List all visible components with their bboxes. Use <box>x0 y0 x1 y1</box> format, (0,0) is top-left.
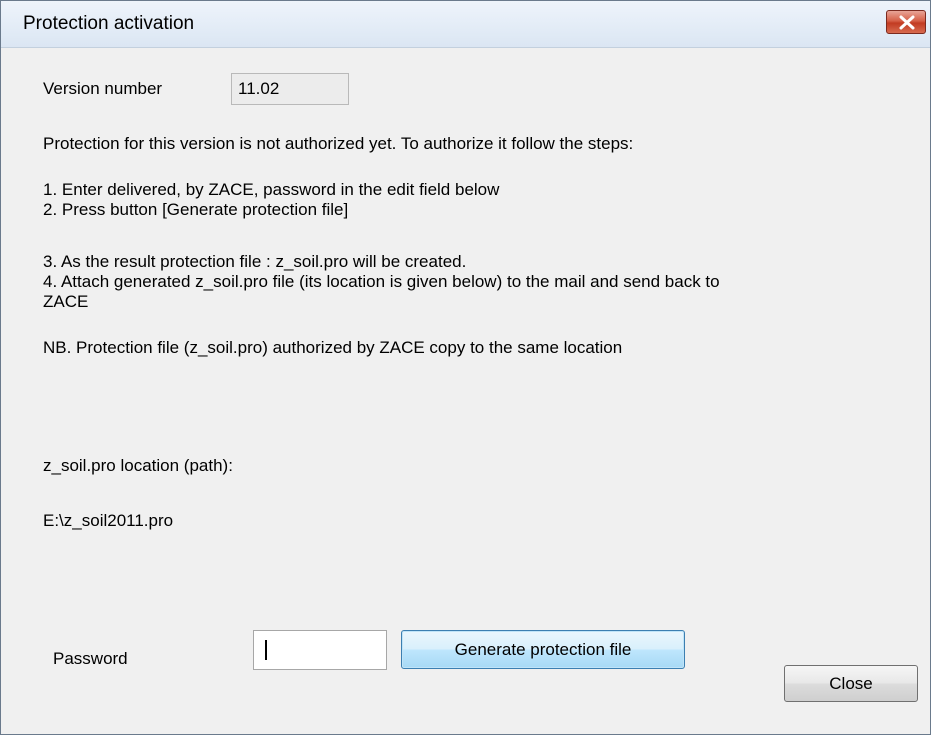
instruction-step-2: 2. Press button [Generate protection fil… <box>43 200 349 219</box>
instructions-intro: Protection for this version is not autho… <box>43 134 634 153</box>
window-close-button[interactable] <box>886 10 926 34</box>
generate-protection-file-button[interactable]: Generate protection file <box>401 630 685 669</box>
password-input[interactable] <box>253 630 387 670</box>
close-x-icon <box>899 15 915 30</box>
instruction-step-1: 1. Enter delivered, by ZACE, password in… <box>43 180 500 199</box>
text-caret <box>265 640 267 660</box>
version-number-label: Version number <box>43 79 163 98</box>
version-number-field: 11.02 <box>231 73 349 105</box>
window-title: Protection activation <box>23 13 195 34</box>
protection-activation-dialog: Protection activation Version number 11.… <box>0 0 931 735</box>
password-label: Password <box>53 649 128 668</box>
location-label: z_soil.pro location (path): <box>43 456 233 475</box>
location-path: E:\z_soil2011.pro <box>43 511 174 530</box>
title-bar[interactable]: Protection activation <box>1 1 930 48</box>
nb-note: NB. Protection file (z_soil.pro) authori… <box>43 338 623 357</box>
close-button[interactable]: Close <box>784 665 918 702</box>
instruction-step-4-continued: ZACE <box>43 292 89 311</box>
dialog-body: Version number 11.02 Protection for this… <box>1 48 930 734</box>
instruction-step-4: 4. Attach generated z_soil.pro file (its… <box>43 272 720 291</box>
instruction-step-3: 3. As the result protection file : z_soi… <box>43 252 467 271</box>
instructions-block: Protection for this version is not autho… <box>43 134 923 358</box>
